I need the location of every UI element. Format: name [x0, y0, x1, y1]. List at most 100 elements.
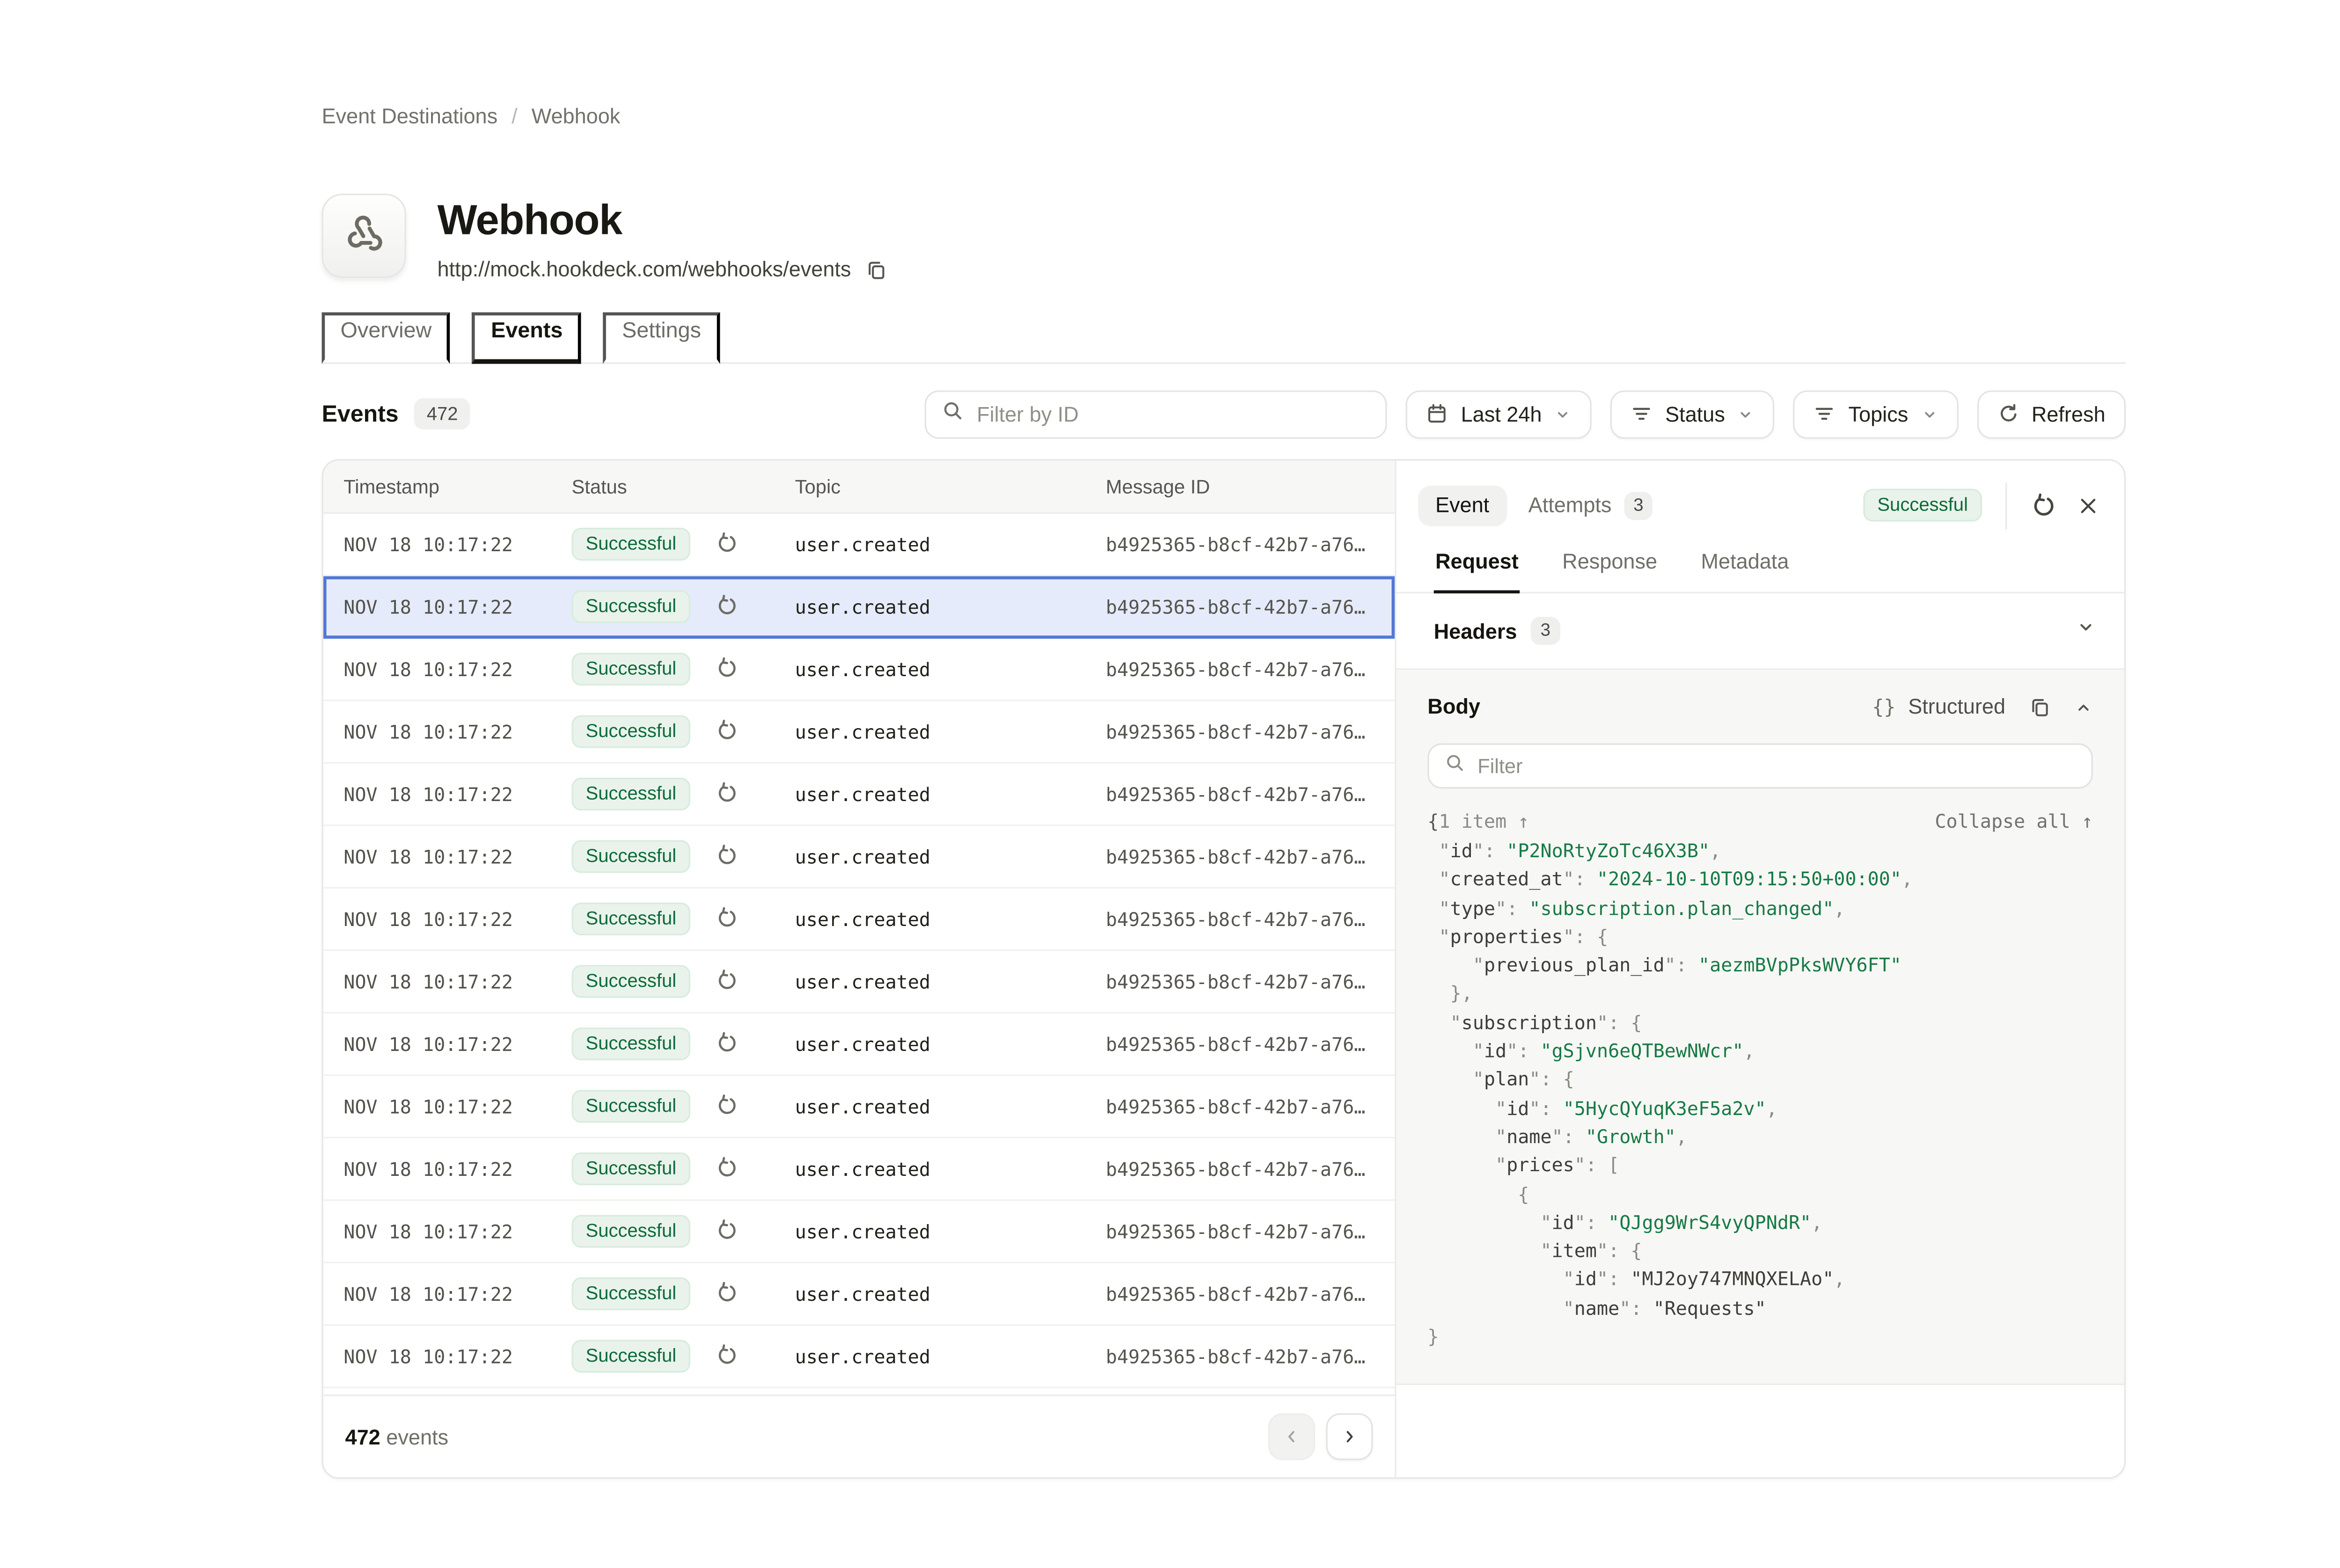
status-badge: Successful: [571, 1152, 690, 1186]
tab-attempts[interactable]: Attempts 3: [1528, 491, 1653, 519]
col-message-id: Message ID: [1106, 475, 1395, 497]
retry-icon[interactable]: [714, 968, 740, 995]
tab-settings[interactable]: Settings: [603, 312, 720, 364]
copy-body-icon[interactable]: [2029, 696, 2051, 718]
body-filter-input[interactable]: [1477, 754, 2076, 778]
retry-icon[interactable]: [714, 656, 740, 683]
status-badge: Successful: [571, 1027, 690, 1061]
message-id-cell: b4925365-b8cf-42b7-a76…: [1106, 1345, 1395, 1367]
tab-metadata[interactable]: Metadata: [1699, 550, 1791, 593]
refresh-button[interactable]: Refresh: [1977, 390, 2126, 438]
status-cell: Successful: [571, 715, 795, 749]
topic-cell: user.created: [795, 1220, 1106, 1242]
retry-icon[interactable]: [714, 1281, 740, 1307]
json-line: "type": "subscription.plan_changed",: [1427, 894, 2093, 923]
table-row[interactable]: NOV 18 10:17:22Successfuluser.createdb49…: [323, 1263, 1395, 1326]
close-icon[interactable]: [2077, 494, 2099, 516]
tab-response[interactable]: Response: [1561, 550, 1659, 593]
table-row[interactable]: NOV 18 10:17:22Successfuluser.createdb49…: [323, 1076, 1395, 1138]
status-badge: Successful: [571, 964, 690, 999]
retry-icon[interactable]: [714, 1343, 740, 1370]
status-cell: Successful: [571, 777, 795, 811]
table-row[interactable]: NOV 18 10:17:22Successfuluser.createdb49…: [323, 826, 1395, 888]
table-row[interactable]: NOV 18 10:17:22Successfuluser.createdb49…: [323, 514, 1395, 576]
retry-icon[interactable]: [714, 1093, 740, 1120]
headers-section[interactable]: Headers 3: [1397, 593, 2124, 670]
breadcrumb-event-destinations[interactable]: Event Destinations: [322, 105, 497, 128]
retry-icon[interactable]: [714, 718, 740, 745]
table-row[interactable]: NOV 18 10:17:22Successfuluser.createdb49…: [323, 889, 1395, 951]
attempts-count-badge: 3: [1624, 491, 1653, 519]
retry-icon[interactable]: [714, 781, 740, 808]
retry-icon[interactable]: [714, 1218, 740, 1245]
table-row[interactable]: NOV 18 10:17:22Successfuluser.createdb49…: [323, 701, 1395, 763]
breadcrumb-webhook[interactable]: Webhook: [532, 105, 621, 128]
chevron-down-icon[interactable]: [2076, 617, 2096, 645]
retry-event-icon[interactable]: [2030, 492, 2057, 518]
table-row[interactable]: NOV 18 10:17:22Successfuluser.createdb49…: [323, 576, 1395, 638]
status-badge: Successful: [571, 1277, 690, 1311]
table-row[interactable]: NOV 18 10:17:22Successfuluser.createdb49…: [323, 1388, 1395, 1394]
timestamp-cell: NOV 18 10:17:22: [344, 783, 571, 805]
chevron-down-icon: [1921, 405, 1938, 423]
topics-filter-button[interactable]: Topics: [1794, 390, 1958, 438]
json-line: {: [1427, 1180, 2093, 1209]
table-row[interactable]: NOV 18 10:17:22Successfuluser.createdb49…: [323, 764, 1395, 826]
retry-icon[interactable]: [714, 843, 740, 870]
retry-icon[interactable]: [714, 906, 740, 933]
table-row[interactable]: NOV 18 10:17:22Successfuluser.createdb49…: [323, 951, 1395, 1013]
event-detail-panel: Event Attempts 3 Successful: [1397, 461, 2124, 1478]
timestamp-cell: NOV 18 10:17:22: [344, 658, 571, 680]
events-section-header: Events 472 Last 24h: [322, 389, 2126, 439]
attempts-label: Attempts: [1528, 494, 1612, 517]
filter-by-id-search[interactable]: [925, 390, 1388, 438]
breadcrumb-separator: /: [512, 105, 518, 128]
collapse-body-icon[interactable]: [2074, 697, 2093, 716]
message-id-cell: b4925365-b8cf-42b7-a76…: [1106, 908, 1395, 930]
filter-by-id-input[interactable]: [977, 402, 1370, 425]
table-row[interactable]: NOV 18 10:17:22Successfuluser.createdb49…: [323, 1138, 1395, 1201]
tab-overview[interactable]: Overview: [322, 312, 450, 364]
table-row[interactable]: NOV 18 10:17:22Successfuluser.createdb49…: [323, 639, 1395, 701]
structured-mode-toggle[interactable]: {} Structured: [1872, 695, 2005, 718]
col-topic: Topic: [795, 475, 1106, 497]
topic-cell: user.created: [795, 658, 1106, 680]
timestamp-cell: NOV 18 10:17:22: [344, 846, 571, 868]
retry-icon[interactable]: [714, 531, 740, 558]
body-section: Body {} Structured: [1397, 670, 2124, 1385]
message-id-cell: b4925365-b8cf-42b7-a76…: [1106, 596, 1395, 618]
table-footer: 472 events: [323, 1394, 1395, 1477]
table-row[interactable]: NOV 18 10:17:22Successfuluser.createdb49…: [323, 1014, 1395, 1076]
tab-event[interactable]: Event: [1418, 485, 1506, 525]
next-page-button[interactable]: [1326, 1413, 1373, 1460]
events-count-value: 472: [345, 1425, 380, 1448]
timestamp-cell: NOV 18 10:17:22: [344, 1345, 571, 1367]
topics-filter-label: Topics: [1849, 402, 1909, 425]
timestamp-cell: NOV 18 10:17:22: [344, 1095, 571, 1117]
table-row[interactable]: NOV 18 10:17:22Successfuluser.createdb49…: [323, 1201, 1395, 1263]
retry-icon[interactable]: [714, 593, 740, 620]
retry-icon[interactable]: [714, 1156, 740, 1182]
prev-page-button[interactable]: [1268, 1413, 1315, 1460]
tab-events[interactable]: Events: [472, 312, 581, 364]
status-badge: Successful: [1863, 488, 1982, 522]
json-body: "id": "P2NoRtyZoTc46X3B", "created_at": …: [1427, 837, 2093, 1351]
webhook-icon-tile: [322, 194, 406, 278]
webhook-icon: [342, 210, 386, 262]
status-cell: Successful: [571, 1152, 795, 1186]
status-filter-button[interactable]: Status: [1610, 390, 1775, 438]
collapse-all-button[interactable]: Collapse all ↑: [1935, 810, 2093, 832]
message-id-cell: b4925365-b8cf-42b7-a76…: [1106, 1283, 1395, 1305]
time-range-button[interactable]: Last 24h: [1406, 390, 1592, 438]
tab-request[interactable]: Request: [1434, 550, 1520, 593]
status-filter-label: Status: [1665, 402, 1725, 425]
status-cell: Successful: [571, 1339, 795, 1373]
timestamp-cell: NOV 18 10:17:22: [344, 1158, 571, 1180]
retry-icon[interactable]: [714, 1031, 740, 1057]
table-row[interactable]: NOV 18 10:17:22Successfuluser.createdb49…: [323, 1326, 1395, 1388]
topic-cell: user.created: [795, 1033, 1106, 1055]
body-filter[interactable]: [1427, 744, 2093, 789]
headers-label: Headers: [1434, 619, 1517, 642]
copy-url-icon[interactable]: [865, 258, 887, 280]
status-cell: Successful: [571, 1214, 795, 1248]
